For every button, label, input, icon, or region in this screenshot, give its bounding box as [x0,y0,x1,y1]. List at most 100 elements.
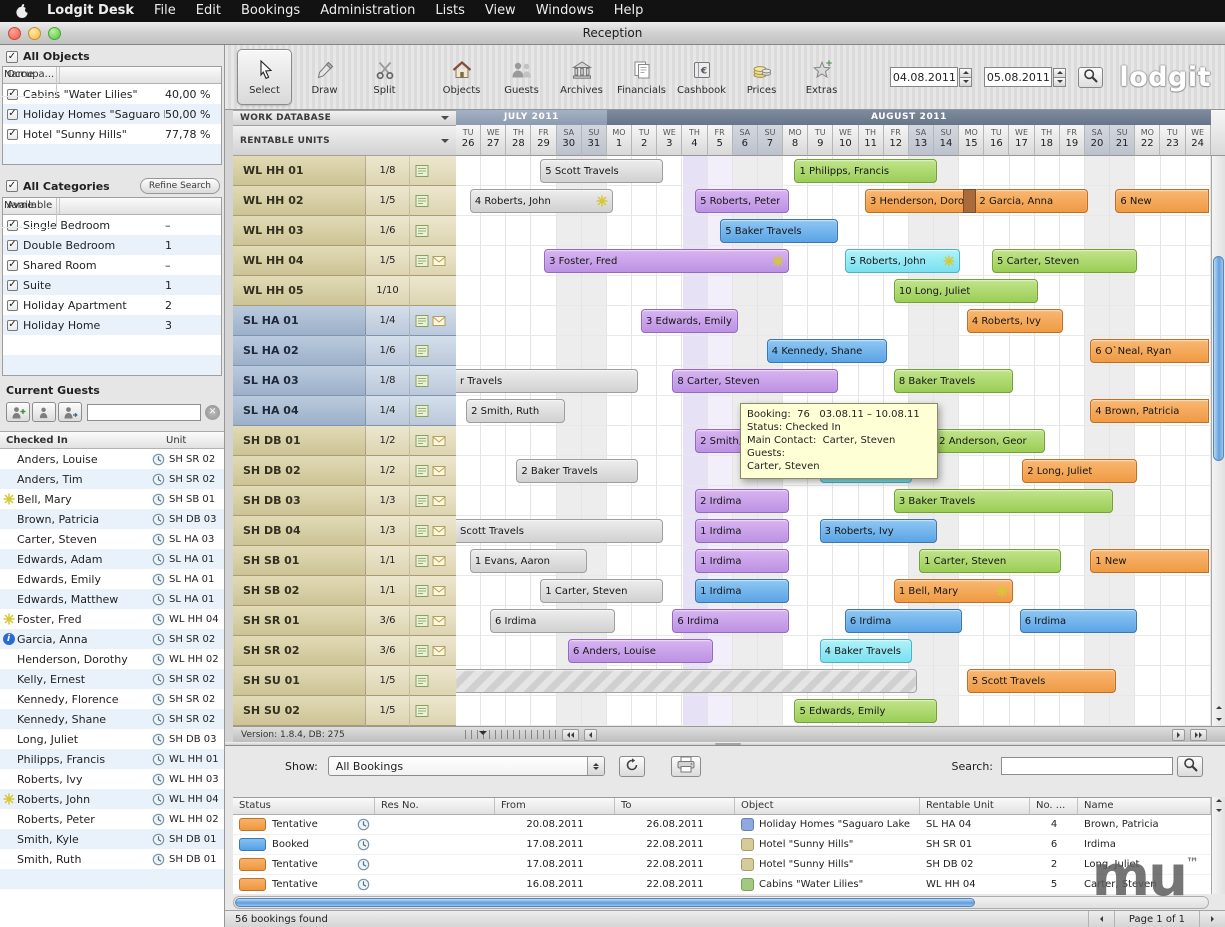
day-header-mo-15[interactable]: MO15 [959,125,984,156]
booking-bar[interactable]: 6 Irdima [490,609,615,633]
booking-bar[interactable]: 1 Bell, Mary [894,579,1013,603]
card-icon[interactable] [432,554,446,568]
stamp-icon[interactable] [415,614,429,628]
booking-bar[interactable]: 8 Carter, Steven [672,369,837,393]
booking-bar[interactable]: 4 Roberts, Ivy [967,309,1063,333]
date-from-field[interactable]: 04.08.2011 [890,67,958,87]
booking-bar[interactable]: 5 Scott Travels [967,669,1116,693]
stamp-icon[interactable] [415,674,429,688]
stamp-icon[interactable] [415,194,429,208]
day-header-sa-6[interactable]: SA6 [733,125,758,156]
unit-row-wl-hh-05[interactable]: WL HH 051/10 [233,276,456,306]
booking-bar[interactable]: 1 Evans, Aaron [470,549,588,573]
bookings-column-res-no[interactable]: Res No. [375,798,495,814]
objects-button[interactable]: Objects [434,49,489,105]
timeline-scrubber[interactable] [465,730,557,739]
booking-bar[interactable]: 6 Anders, Louise [568,639,713,663]
bookings-column-no[interactable]: No. ... [1030,798,1078,814]
stamp-icon[interactable] [415,164,429,178]
page-prev-button[interactable] [1088,911,1114,927]
scroll-up-arrow[interactable] [1212,799,1225,802]
unit-row-wl-hh-01[interactable]: WL HH 011/8 [233,156,456,186]
stamp-icon[interactable] [415,524,429,538]
card-icon[interactable] [432,314,446,328]
booking-bar[interactable]: Scott Travels [456,519,663,543]
print-button[interactable] [671,756,701,777]
menu-item-lists[interactable]: Lists [425,0,475,22]
stamp-icon[interactable] [415,434,429,448]
category-row-holiday-home[interactable]: Holiday Home3 [3,315,221,335]
split-button[interactable]: Split [357,49,412,105]
unit-row-sh-sb-02[interactable]: SH SB 021/1 [233,576,456,606]
day-header-su-7[interactable]: SU7 [758,125,783,156]
card-icon[interactable] [432,434,446,448]
day-header-tu-2[interactable]: TU2 [632,125,657,156]
unit-row-sh-su-02[interactable]: SH SU 021/5 [233,696,456,726]
booking-bar[interactable]: 4 Roberts, John [470,189,613,213]
booking-bar[interactable]: 2 Smith, Ruth [466,399,565,423]
menu-item-bookings[interactable]: Bookings [231,0,310,22]
booking-bar[interactable]: 3 Henderson, Dorot [865,189,972,213]
unit-row-sh-db-04[interactable]: SH DB 041/3 [233,516,456,546]
category-row-suite[interactable]: Suite1 [3,275,221,295]
window-title-bar[interactable]: Reception [0,22,1225,45]
archives-button[interactable]: Archives [554,49,609,105]
day-header-tu-26[interactable]: TU26 [456,125,481,156]
prices-button[interactable]: Prices [734,49,789,105]
unit-row-sl-ha-02[interactable]: SL HA 021/6 [233,336,456,366]
day-header-th-11[interactable]: TH11 [859,125,884,156]
card-icon[interactable] [432,644,446,658]
booking-list-row[interactable]: Tentative17.08.201122.08.2011Hotel "Sunn… [233,855,1211,875]
stamp-icon[interactable] [415,314,429,328]
day-header-sa-13[interactable]: SA13 [909,125,934,156]
extras-button[interactable]: +Extras [794,49,849,105]
day-header-su-31[interactable]: SU31 [582,125,607,156]
card-icon[interactable] [432,494,446,508]
object-checkbox[interactable] [7,129,18,140]
booking-bar[interactable] [456,669,917,693]
object-row-holiday-homes-saguaro-la[interactable]: Holiday Homes "Saguaro La...50,00 % [3,104,221,124]
bookings-column-from[interactable]: From [495,798,615,814]
day-header-sa-20[interactable]: SA20 [1085,125,1110,156]
bookings-column-object[interactable]: Object [735,798,920,814]
booking-bar[interactable]: 6 Irdima [845,609,963,633]
page-next-button[interactable] [1199,911,1225,927]
booking-bar[interactable]: 6 O`Neal, Ryan [1090,339,1209,363]
guest-checkin-filter-button[interactable] [6,402,30,422]
category-checkbox[interactable] [7,320,18,331]
booking-bar[interactable] [963,189,976,213]
checked-in-row-long-juliet[interactable]: Long, JulietSH DB 03 [0,729,224,749]
menu-item-windows[interactable]: Windows [526,0,604,22]
day-header-tu-9[interactable]: TU9 [808,125,833,156]
stamp-icon[interactable] [415,464,429,478]
booking-bar[interactable]: 2 Irdima [695,489,789,513]
card-icon[interactable] [432,524,446,538]
date-to-field[interactable]: 05.08.2011 [984,67,1052,87]
unit-row-sh-sr-01[interactable]: SH SR 013/6 [233,606,456,636]
rentable-units-dropdown[interactable]: RENTABLE UNITS [233,126,456,156]
booking-bar[interactable]: 2 Garcia, Anna [974,189,1088,213]
stamp-icon[interactable] [415,254,429,268]
booking-bar[interactable]: 5 Carter, Steven [992,249,1137,273]
day-header-we-17[interactable]: WE17 [1009,125,1034,156]
stamp-icon[interactable] [415,224,429,238]
checked-in-row-anders-tim[interactable]: Anders, TimSH SR 02 [0,469,224,489]
stamp-icon[interactable] [415,644,429,658]
work-database-dropdown[interactable]: WORK DATABASE [233,110,456,126]
booking-bar[interactable]: 3 Edwards, Emily [641,309,738,333]
unit-row-wl-hh-03[interactable]: WL HH 031/6 [233,216,456,246]
category-checkbox[interactable] [7,240,18,251]
day-header-fr-19[interactable]: FR19 [1060,125,1085,156]
booking-bar[interactable]: 6 Irdima [672,609,788,633]
unit-row-sh-db-01[interactable]: SH DB 011/2 [233,426,456,456]
booking-list-row[interactable]: Tentative20.08.201126.08.2011Holiday Hom… [233,815,1211,835]
scrollbar-thumb[interactable] [1213,256,1224,461]
unit-row-sh-su-01[interactable]: SH SU 011/5 [233,666,456,696]
booking-list-row[interactable]: Booked17.08.201122.08.2011Hotel "Sunny H… [233,835,1211,855]
cashbook-button[interactable]: €Cashbook [674,49,729,105]
draw-button[interactable]: Draw [297,49,352,105]
bookings-search-button[interactable] [1177,756,1203,777]
day-header-th-4[interactable]: TH4 [682,125,707,156]
day-header-we-10[interactable]: WE10 [833,125,858,156]
guest-current-filter-button[interactable] [32,402,56,422]
